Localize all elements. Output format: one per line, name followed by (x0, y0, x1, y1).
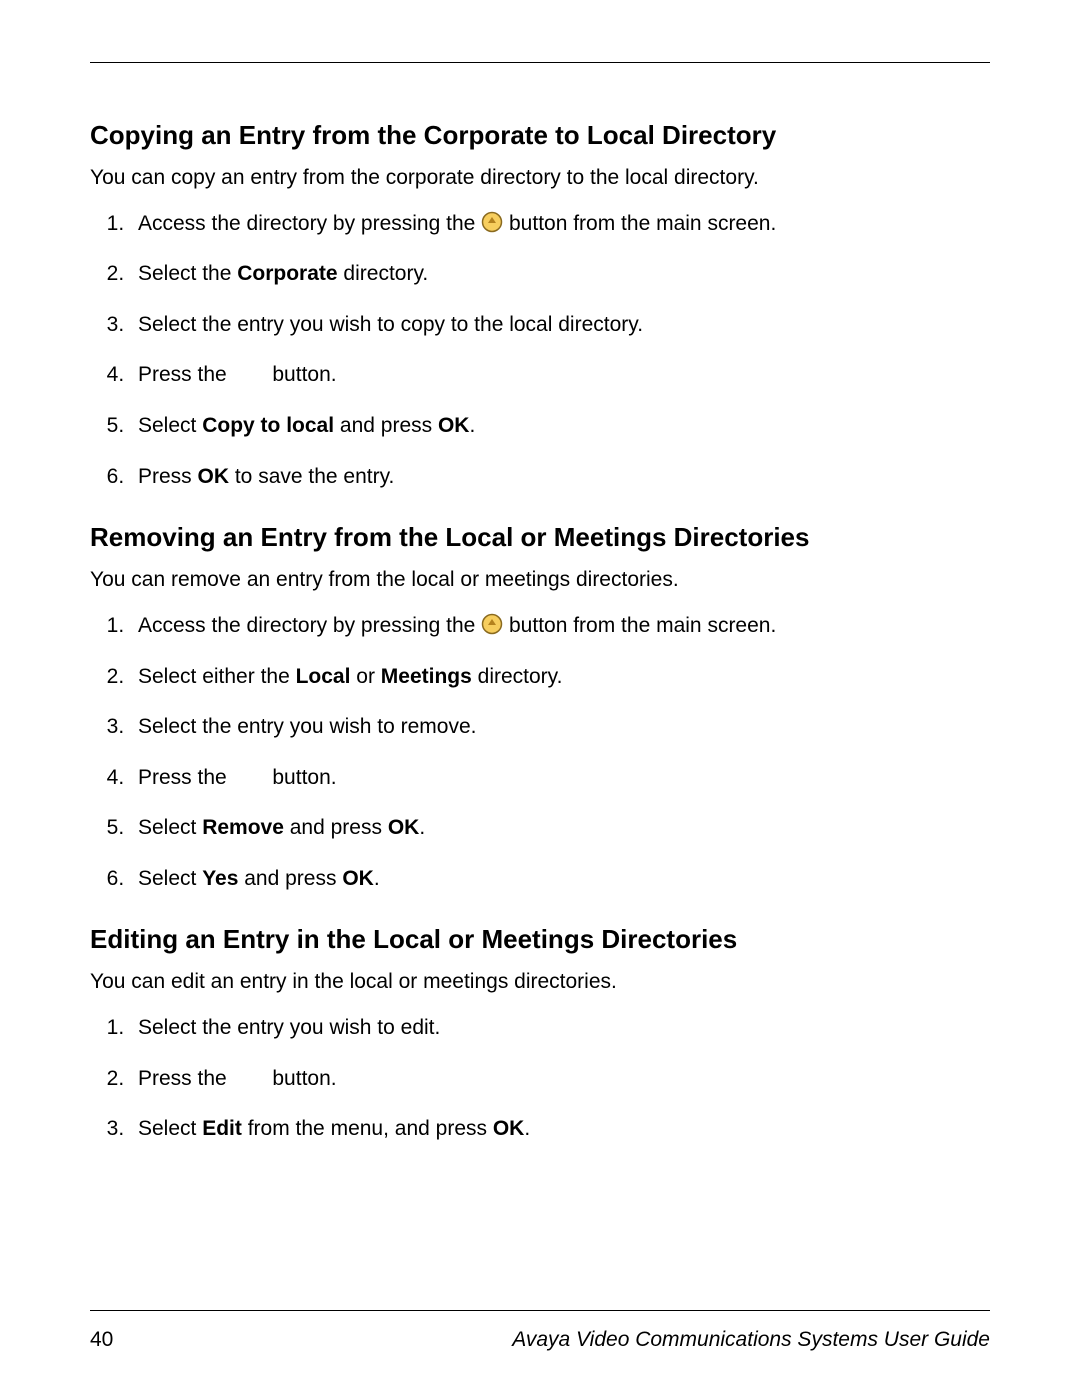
step-text: button. (267, 766, 337, 789)
step-bold: Remove (202, 816, 284, 839)
step-text: Select the entry you wish to edit. (138, 1016, 440, 1039)
step-bold: Corporate (237, 262, 337, 285)
step-text: Press the (138, 766, 233, 789)
step-item: Select Copy to local and press OK. (130, 410, 990, 443)
step-text: Press (138, 465, 198, 488)
section-heading: Editing an Entry in the Local or Meeting… (90, 923, 990, 956)
step-text: Access the directory by pressing the (138, 212, 481, 235)
step-bold: OK (438, 414, 470, 437)
step-item: Select the entry you wish to copy to the… (130, 309, 990, 342)
step-text: and press (334, 414, 438, 437)
section-intro: You can copy an entry from the corporate… (90, 164, 990, 192)
step-bold: OK (493, 1117, 525, 1140)
step-text: Select the entry you wish to copy to the… (138, 313, 643, 336)
step-bold: Meetings (381, 665, 472, 688)
step-item: Press the button. (130, 359, 990, 392)
step-bold: OK (342, 867, 374, 890)
step-text: . (469, 414, 475, 437)
step-bold: Local (296, 665, 351, 688)
step-text: button. (267, 363, 337, 386)
step-text: . (374, 867, 380, 890)
step-text: from the menu, and press (242, 1117, 493, 1140)
step-text: button from the main screen. (503, 212, 776, 235)
page-number: 40 (90, 1328, 113, 1352)
step-text: Press the (138, 363, 233, 386)
step-bold: Edit (202, 1117, 242, 1140)
step-text: button from the main screen. (503, 614, 776, 637)
page-footer: 40 Avaya Video Communications Systems Us… (90, 1328, 990, 1352)
section-heading: Removing an Entry from the Local or Meet… (90, 521, 990, 554)
step-bold: OK (198, 465, 230, 488)
step-item: Select either the Local or Meetings dire… (130, 661, 990, 694)
step-text: Select either the (138, 665, 296, 688)
directory-icon (481, 613, 503, 635)
publication-title: Avaya Video Communications Systems User … (512, 1328, 990, 1352)
step-text: Select the (138, 262, 237, 285)
document-page: Copying an Entry from the Corporate to L… (0, 0, 1080, 1388)
step-text: Select (138, 816, 202, 839)
bottom-rule (90, 1310, 990, 1311)
step-text: directory. (472, 665, 563, 688)
steps-list: Access the directory by pressing the but… (90, 208, 990, 493)
directory-icon (481, 211, 503, 233)
step-text: Access the directory by pressing the (138, 614, 481, 637)
section-heading: Copying an Entry from the Corporate to L… (90, 119, 990, 152)
section-intro: You can remove an entry from the local o… (90, 566, 990, 594)
step-text: Select (138, 867, 202, 890)
step-item: Select Yes and press OK. (130, 863, 990, 896)
step-item: Select the entry you wish to edit. (130, 1012, 990, 1045)
steps-list: Access the directory by pressing the but… (90, 610, 990, 895)
step-text: button. (267, 1067, 337, 1090)
step-item: Access the directory by pressing the but… (130, 208, 990, 241)
section-intro: You can edit an entry in the local or me… (90, 968, 990, 996)
step-item: Select Remove and press OK. (130, 812, 990, 845)
step-text: . (419, 816, 425, 839)
step-text: Select (138, 414, 202, 437)
step-item: Press OK to save the entry. (130, 461, 990, 494)
step-text: Press the (138, 1067, 233, 1090)
top-rule (90, 62, 990, 63)
step-text: or (350, 665, 380, 688)
step-text: Select (138, 1117, 202, 1140)
step-item: Press the button. (130, 1063, 990, 1096)
step-bold: Copy to local (202, 414, 334, 437)
step-text: directory. (338, 262, 429, 285)
step-text: to save the entry. (229, 465, 394, 488)
step-item: Access the directory by pressing the but… (130, 610, 990, 643)
steps-list: Select the entry you wish to edit. Press… (90, 1012, 990, 1146)
step-item: Select Edit from the menu, and press OK. (130, 1113, 990, 1146)
step-text: and press (238, 867, 342, 890)
step-item: Press the button. (130, 762, 990, 795)
step-bold: OK (388, 816, 420, 839)
step-text: and press (284, 816, 388, 839)
step-bold: Yes (202, 867, 238, 890)
step-item: Select the Corporate directory. (130, 258, 990, 291)
step-text: Select the entry you wish to remove. (138, 715, 477, 738)
step-item: Select the entry you wish to remove. (130, 711, 990, 744)
step-text: . (524, 1117, 530, 1140)
